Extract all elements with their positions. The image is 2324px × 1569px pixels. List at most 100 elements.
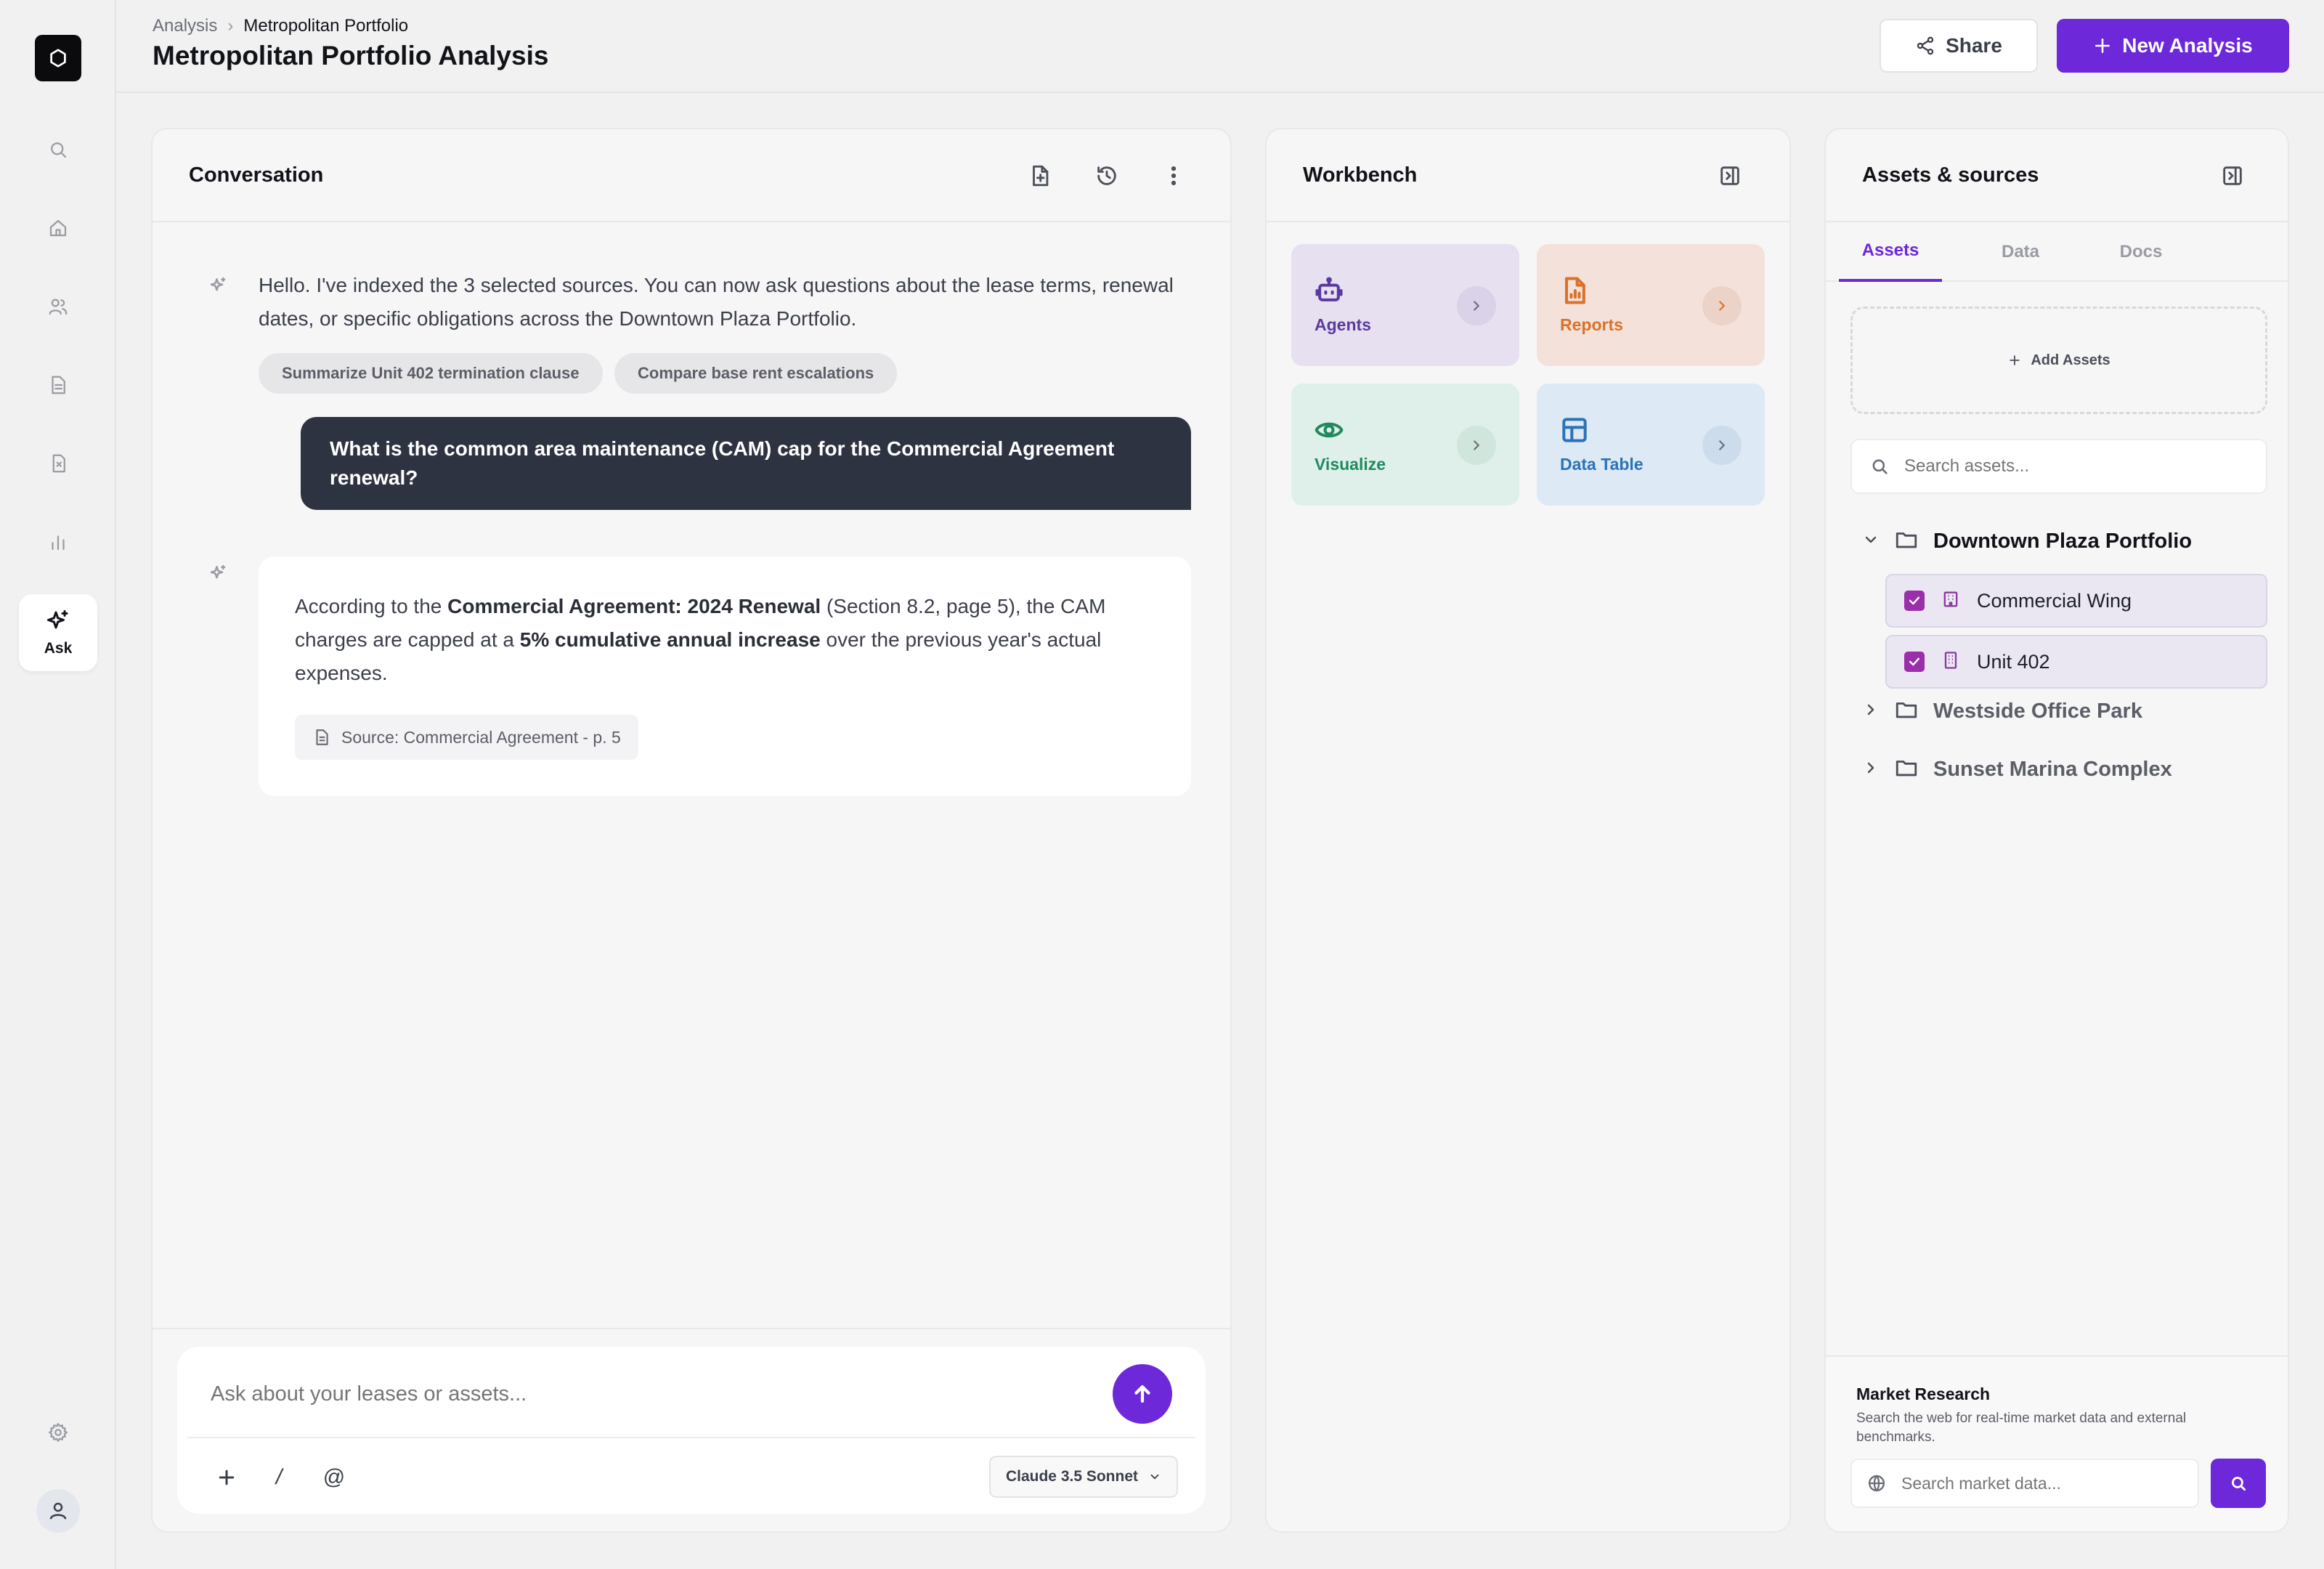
search-icon (51, 142, 67, 158)
workbench-header: Workbench (1267, 129, 1789, 222)
panel-collapse-icon (2223, 166, 2242, 185)
rail-users-button[interactable] (38, 286, 78, 327)
breadcrumb-current: Metropolitan Portfolio (243, 16, 409, 36)
rail-ask-button[interactable]: Ask (19, 594, 97, 671)
market-search-input[interactable] (1901, 1473, 2185, 1493)
rail-ask-label: Ask (44, 640, 73, 657)
suggestion-chip[interactable]: Summarize Unit 402 termination clause (259, 353, 603, 394)
collapse-assets-button[interactable] (2218, 161, 2247, 190)
rail-settings-button[interactable] (38, 1412, 78, 1453)
asset-unit-402[interactable]: Unit 402 (1885, 635, 2267, 689)
share-label: Share (1946, 34, 2002, 57)
chevron-down-icon (1150, 1474, 1159, 1480)
source-label: Source: Commercial Agreement - p. 5 (341, 727, 621, 747)
folder-sunset-marina-complex[interactable]: Sunset Marina Complex (1862, 753, 2172, 786)
more-options-button[interactable] (1159, 161, 1188, 190)
settings-icon (49, 1423, 68, 1442)
mention-button[interactable]: @ (312, 1456, 356, 1499)
source-citation[interactable]: Source: Commercial Agreement - p. 5 (295, 715, 638, 760)
workbench-title: Workbench (1303, 163, 1418, 187)
page-title: Metropolitan Portfolio Analysis (153, 41, 549, 70)
eye-icon (1313, 414, 1345, 446)
new-document-button[interactable] (1025, 161, 1055, 190)
rail-files-button[interactable] (38, 443, 78, 484)
tab-docs[interactable]: Docs (2096, 222, 2186, 282)
slash-command-button[interactable]: / (257, 1456, 301, 1499)
tab-data[interactable]: Data (1975, 222, 2065, 282)
tile-data-table-label: Data Table (1560, 455, 1644, 474)
breadcrumb-analysis[interactable]: Analysis (153, 16, 217, 36)
history-button[interactable] (1092, 161, 1121, 190)
chevron-down-icon (1862, 531, 1880, 552)
more-vertical-icon (1171, 166, 1177, 186)
history-icon (1097, 166, 1116, 185)
conversation-header: Conversation (153, 129, 1230, 222)
tile-reports[interactable]: Reports (1537, 244, 1765, 366)
tile-visualize[interactable]: Visualize (1291, 384, 1519, 506)
share-icon (1917, 36, 1934, 55)
breadcrumb: Analysis › Metropolitan Portfolio (153, 16, 408, 36)
conversation-panel: Conversation Hello. I've indexed the 3 s… (151, 128, 1232, 1533)
rail-search-button[interactable] (38, 129, 78, 170)
suggestion-chip[interactable]: Compare base rent escalations (614, 353, 898, 394)
tile-data-table[interactable]: Data Table (1537, 384, 1765, 506)
folder-icon (1894, 697, 1919, 726)
file-plus-icon (1033, 165, 1049, 187)
send-button[interactable] (1113, 1364, 1172, 1424)
tile-reports-label: Reports (1560, 315, 1623, 334)
left-rail: Ask (0, 0, 116, 1569)
user-message: What is the common area maintenance (CAM… (301, 417, 1191, 510)
document-icon (316, 729, 328, 745)
market-search-box (1850, 1459, 2199, 1508)
assistant-answer: According to the Commercial Agreement: 2… (295, 595, 1106, 684)
assistant-answer-card: According to the Commercial Agreement: 2… (259, 556, 1191, 796)
asset-commercial-wing[interactable]: Commercial Wing (1885, 574, 2267, 628)
panel-collapse-icon (1720, 166, 1739, 185)
tile-agents[interactable]: Agents (1291, 244, 1519, 366)
plus-icon (2010, 355, 2020, 365)
composer-area: / @ Claude 3.5 Sonnet (153, 1328, 1230, 1531)
tile-visualize-label: Visualize (1315, 455, 1386, 474)
chevron-right-icon (1862, 701, 1880, 722)
folder-name: Downtown Plaza Portfolio (1933, 529, 2193, 553)
assistant-sparkle-icon (208, 275, 232, 299)
user-avatar[interactable] (36, 1489, 80, 1533)
checkbox-checked[interactable] (1904, 591, 1925, 611)
folder-downtown-plaza[interactable]: Downtown Plaza Portfolio (1862, 524, 2192, 558)
document-icon (52, 376, 65, 394)
users-icon (49, 299, 68, 315)
robot-icon (1313, 275, 1345, 307)
page-header: Analysis › Metropolitan Portfolio Metrop… (116, 0, 2324, 93)
sparkles-icon (47, 610, 68, 629)
assets-title: Assets & sources (1862, 163, 2039, 187)
message-input[interactable] (211, 1376, 1068, 1412)
folder-westside-office-park[interactable]: Westside Office Park (1862, 694, 2142, 728)
collapse-workbench-button[interactable] (1715, 161, 1744, 190)
tab-assets[interactable]: Assets (1839, 222, 1942, 282)
rail-home-button[interactable] (38, 208, 78, 248)
chevron-right-icon (1457, 286, 1496, 325)
hexagon-logo-icon (50, 49, 66, 68)
model-selector[interactable]: Claude 3.5 Sonnet (989, 1456, 1178, 1498)
market-research-description: Search the web for real-time market data… (1856, 1411, 2187, 1445)
add-assets-dropzone[interactable]: Add Assets (1850, 307, 2267, 414)
assistant-greeting: Hello. I've indexed the 3 selected sourc… (259, 274, 1174, 330)
market-search-button[interactable] (2211, 1459, 2266, 1508)
market-research-section: Market Research Search the web for real-… (1826, 1355, 2288, 1531)
asset-search-input[interactable] (1904, 456, 2246, 477)
rail-documents-button[interactable] (38, 365, 78, 405)
assets-tabs: Assets Data Docs (1826, 222, 2288, 282)
new-analysis-button[interactable]: New Analysis (2057, 19, 2289, 73)
globe-icon (1868, 1475, 1885, 1492)
composer: / @ Claude 3.5 Sonnet (177, 1347, 1206, 1514)
checkbox-checked[interactable] (1904, 652, 1925, 672)
folder-name: Westside Office Park (1933, 699, 2142, 723)
conversation-title: Conversation (189, 163, 324, 187)
attach-button[interactable] (205, 1456, 248, 1499)
building-icon (1941, 589, 1961, 613)
app-logo[interactable] (35, 35, 81, 81)
share-button[interactable]: Share (1880, 19, 2038, 73)
asset-name: Commercial Wing (1977, 589, 2132, 612)
building-icon (1941, 650, 1961, 674)
rail-analytics-button[interactable] (38, 522, 78, 562)
